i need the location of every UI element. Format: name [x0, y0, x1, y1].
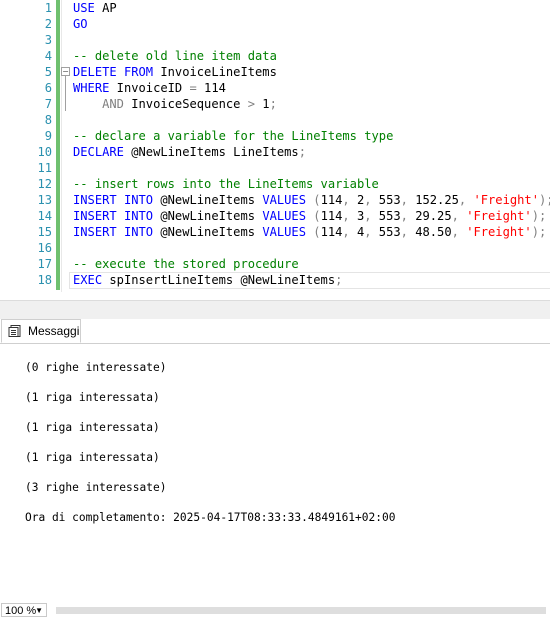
line-number: 5 [44, 65, 52, 79]
code-line[interactable]: 5− DELETE FROM InvoiceLineItems [0, 64, 550, 80]
line-number: 10 [37, 145, 52, 159]
message-line: (3 righe interessate) [25, 481, 167, 494]
zoom-value: 100 % [5, 605, 37, 617]
line-number: 16 [37, 241, 52, 255]
line-number: 8 [44, 113, 52, 127]
code-text: AND InvoiceSequence > 1; [102, 97, 277, 111]
line-number: 18 [37, 273, 52, 287]
code-text: INSERT INTO @NewLineItems VALUES (114, 3… [73, 209, 547, 223]
completion-time: Ora di completamento: 2025-04-17T08:33:3… [25, 511, 396, 524]
code-line[interactable]: 16 [0, 240, 550, 256]
code-text: EXEC spInsertLineItems @NewLineItems; [73, 273, 343, 287]
line-number: 1 [44, 1, 52, 15]
tab-messages[interactable]: Messaggi [1, 319, 81, 343]
code-line[interactable]: 13 INSERT INTO @NewLineItems VALUES (114,… [0, 192, 550, 208]
code-line[interactable]: 18 EXEC spInsertLineItems @NewLineItems; [0, 272, 550, 288]
line-number: 13 [37, 193, 52, 207]
code-line[interactable]: 10 DECLARE @NewLineItems LineItems; [0, 144, 550, 160]
line-number: 7 [44, 97, 52, 111]
code-text: WHERE InvoiceID = 114 [73, 81, 226, 95]
results-tab-bar: Messaggi [0, 319, 550, 344]
code-text: -- delete old line item data [73, 49, 277, 63]
line-number: 12 [37, 177, 52, 191]
sql-editor[interactable]: 1 USE AP 2 GO 3 4 -- delete old line item data… [0, 0, 550, 300]
collapse-toggle-icon[interactable]: − [61, 67, 70, 76]
code-text: USE AP [73, 1, 117, 15]
code-line[interactable]: 3 [0, 32, 550, 48]
editor-status-bar: 100 % ▼ [0, 300, 550, 617]
code-line[interactable]: 14 INSERT INTO @NewLineItems VALUES (114,… [0, 208, 550, 224]
code-line[interactable]: 2 GO [0, 16, 550, 32]
code-line[interactable]: 4 -- delete old line item data [0, 48, 550, 64]
code-line[interactable]: 11 [0, 160, 550, 176]
code-line[interactable]: 8 [0, 112, 550, 128]
code-line[interactable]: 9 -- declare a variable for the LineItems… [0, 128, 550, 144]
line-number: 3 [44, 33, 52, 47]
message-line: (1 riga interessata) [25, 391, 160, 404]
code-line[interactable]: 1 USE AP [0, 0, 550, 16]
line-number: 2 [44, 17, 52, 31]
code-line[interactable]: 15 INSERT INTO @NewLineItems VALUES (114,… [0, 224, 550, 240]
horizontal-scrollbar[interactable] [56, 607, 546, 614]
messages-pane: (0 righe interessate) (1 riga interessat… [0, 344, 550, 547]
line-number: 14 [37, 209, 52, 223]
line-number: 6 [44, 81, 52, 95]
code-text: -- execute the stored procedure [73, 257, 299, 271]
tab-messages-label: Messaggi [28, 324, 80, 338]
code-text: INSERT INTO @NewLineItems VALUES (114, 2… [73, 193, 550, 207]
code-line[interactable]: 6 WHERE InvoiceID = 114 [0, 80, 550, 96]
messages-icon [8, 325, 21, 337]
code-text: GO [73, 17, 88, 31]
code-line[interactable]: 17 -- execute the stored procedure [0, 256, 550, 272]
line-number: 9 [44, 129, 52, 143]
message-line: (0 righe interessate) [25, 361, 167, 374]
code-text: -- insert rows into the LineItems variab… [73, 177, 379, 191]
line-number: 15 [37, 225, 52, 239]
zoom-dropdown[interactable]: 100 % ▼ [1, 603, 47, 617]
line-number: 17 [37, 257, 52, 271]
code-text: DECLARE @NewLineItems LineItems; [73, 145, 306, 159]
line-number: 4 [44, 49, 52, 63]
code-line[interactable]: 7 AND InvoiceSequence > 1; [0, 96, 550, 112]
line-number: 11 [37, 161, 52, 175]
message-line: (1 riga interessata) [25, 451, 160, 464]
chevron-down-icon: ▼ [35, 606, 43, 615]
code-text: -- declare a variable for the LineItems … [73, 129, 394, 143]
code-line[interactable]: 12 -- insert rows into the LineItems vari… [0, 176, 550, 192]
message-line: (1 riga interessata) [25, 421, 160, 434]
code-text: DELETE FROM InvoiceLineItems [73, 65, 277, 79]
code-text: INSERT INTO @NewLineItems VALUES (114, 4… [73, 225, 547, 239]
